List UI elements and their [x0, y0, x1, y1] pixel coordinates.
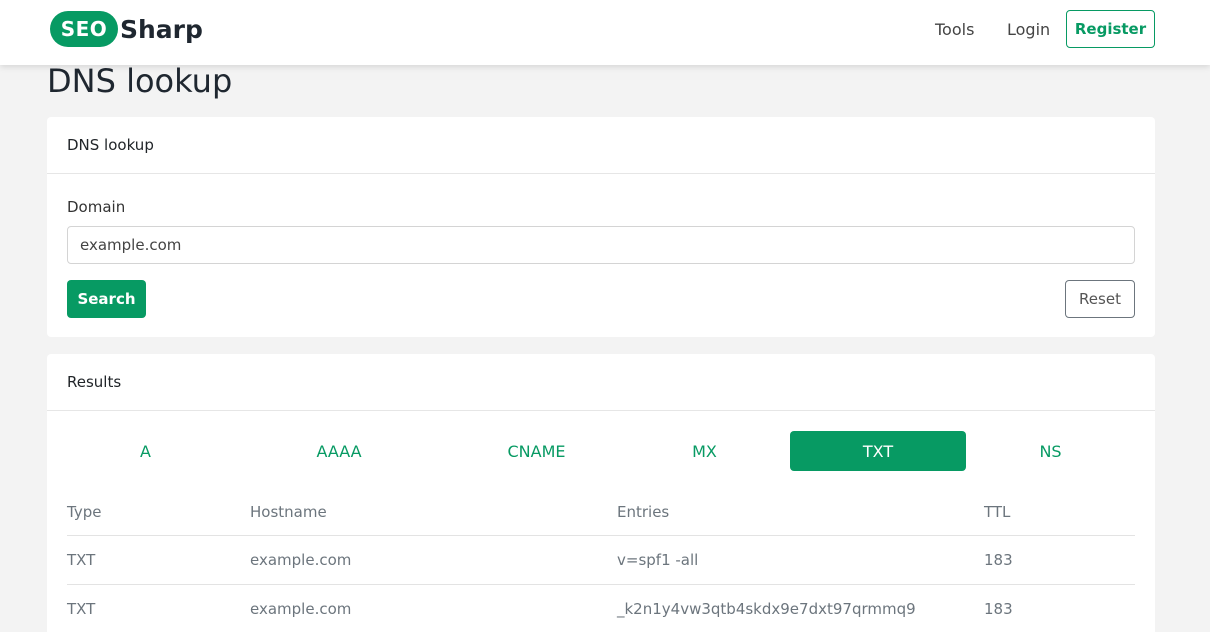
- reset-button[interactable]: Reset: [1065, 280, 1135, 318]
- page-title: DNS lookup: [47, 62, 233, 100]
- column-header-ttl: TTL: [984, 503, 1011, 521]
- domain-input-value: example.com: [80, 236, 182, 254]
- cell-hostname: example.com: [250, 551, 352, 569]
- results-card: Results A AAAA CNAME MX TXT NS Type Host…: [47, 354, 1155, 632]
- tab-ns[interactable]: NS: [966, 431, 1135, 471]
- logo-text: Sharp: [120, 14, 203, 44]
- table-header-row: Type Hostname Entries TTL: [67, 489, 1135, 536]
- column-header-type: Type: [67, 503, 102, 521]
- table-row: TXT example.com v=spf1 -all 183: [67, 536, 1135, 585]
- search-card: DNS lookup Domain example.com Search Res…: [47, 117, 1155, 337]
- logo[interactable]: SEO Sharp: [50, 11, 203, 47]
- record-type-tabs: A AAAA CNAME MX TXT NS: [67, 431, 1135, 471]
- cell-ttl: 183: [984, 551, 1013, 569]
- domain-input[interactable]: example.com: [67, 226, 1135, 264]
- tab-a[interactable]: A: [67, 431, 224, 471]
- nav-link-login[interactable]: Login: [1007, 20, 1050, 39]
- cell-type: TXT: [67, 600, 96, 618]
- cell-hostname: example.com: [250, 600, 352, 618]
- tab-mx[interactable]: MX: [619, 431, 790, 471]
- cell-entries: _k2n1y4vw3qtb4skdx9e7dxt97qrmmq9: [617, 600, 916, 618]
- domain-label: Domain: [67, 198, 126, 216]
- results-card-header: Results: [47, 354, 1155, 411]
- logo-badge: SEO: [50, 11, 118, 47]
- table-row: TXT example.com _k2n1y4vw3qtb4skdx9e7dxt…: [67, 585, 1135, 632]
- column-header-hostname: Hostname: [250, 503, 327, 521]
- search-button[interactable]: Search: [67, 280, 146, 318]
- results-table: Type Hostname Entries TTL TXT example.co…: [67, 489, 1135, 632]
- nav-link-tools[interactable]: Tools: [935, 20, 974, 39]
- tab-txt[interactable]: TXT: [790, 431, 966, 471]
- cell-ttl: 183: [984, 600, 1013, 618]
- column-header-entries: Entries: [617, 503, 670, 521]
- search-card-header: DNS lookup: [47, 117, 1155, 174]
- tab-cname[interactable]: CNAME: [454, 431, 619, 471]
- cell-type: TXT: [67, 551, 96, 569]
- cell-entries: v=spf1 -all: [617, 551, 699, 569]
- register-button[interactable]: Register: [1066, 10, 1155, 48]
- tab-aaaa[interactable]: AAAA: [224, 431, 454, 471]
- navbar: SEO Sharp Tools Login Register: [0, 0, 1210, 65]
